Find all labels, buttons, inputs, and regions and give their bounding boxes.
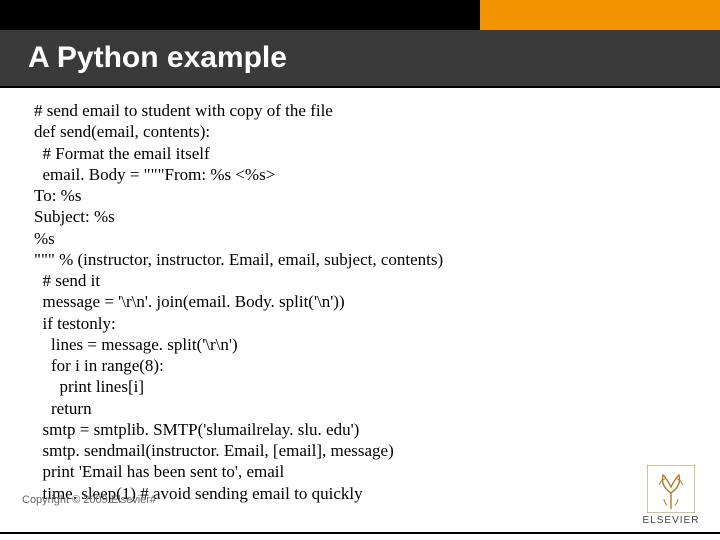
code-line: # send it <box>34 270 674 291</box>
code-line: %s <box>34 228 674 249</box>
code-line: for i in range(8): <box>34 355 674 376</box>
code-line: smtp = smtplib. SMTP('slumailrelay. slu.… <box>34 419 674 440</box>
slide: A Python example # send email to student… <box>0 0 720 540</box>
code-line: lines = message. split('\r\n') <box>34 334 674 355</box>
code-line: smtp. sendmail(instructor. Email, [email… <box>34 440 674 461</box>
accent-bar <box>480 0 720 30</box>
code-line: Subject: %s <box>34 206 674 227</box>
slide-title: A Python example <box>28 41 287 75</box>
publisher-logo: ELSEVIER <box>636 465 706 526</box>
publisher-name: ELSEVIER <box>636 515 706 526</box>
code-line: # Format the email itself <box>34 143 674 164</box>
code-line: email. Body = """From: %s <%s> <box>34 164 674 185</box>
code-line: if testonly: <box>34 313 674 334</box>
code-line: def send(email, contents): <box>34 121 674 142</box>
code-block: # send email to student with copy of the… <box>34 100 674 504</box>
code-line: print lines[i] <box>34 376 674 397</box>
title-band: A Python example <box>0 30 720 86</box>
code-line: """ % (instructor, instructor. Email, em… <box>34 249 674 270</box>
code-line: message = '\r\n'. join(email. Body. spli… <box>34 291 674 312</box>
copyright-text: Copyright © 2009 Elsevier# <box>22 494 156 506</box>
code-line: return <box>34 398 674 419</box>
tree-icon <box>647 465 695 513</box>
code-line: To: %s <box>34 185 674 206</box>
code-line: # send email to student with copy of the… <box>34 100 674 121</box>
bottom-rule <box>0 532 720 534</box>
title-rule <box>0 86 720 88</box>
code-line: print 'Email has been sent to', email <box>34 461 674 482</box>
